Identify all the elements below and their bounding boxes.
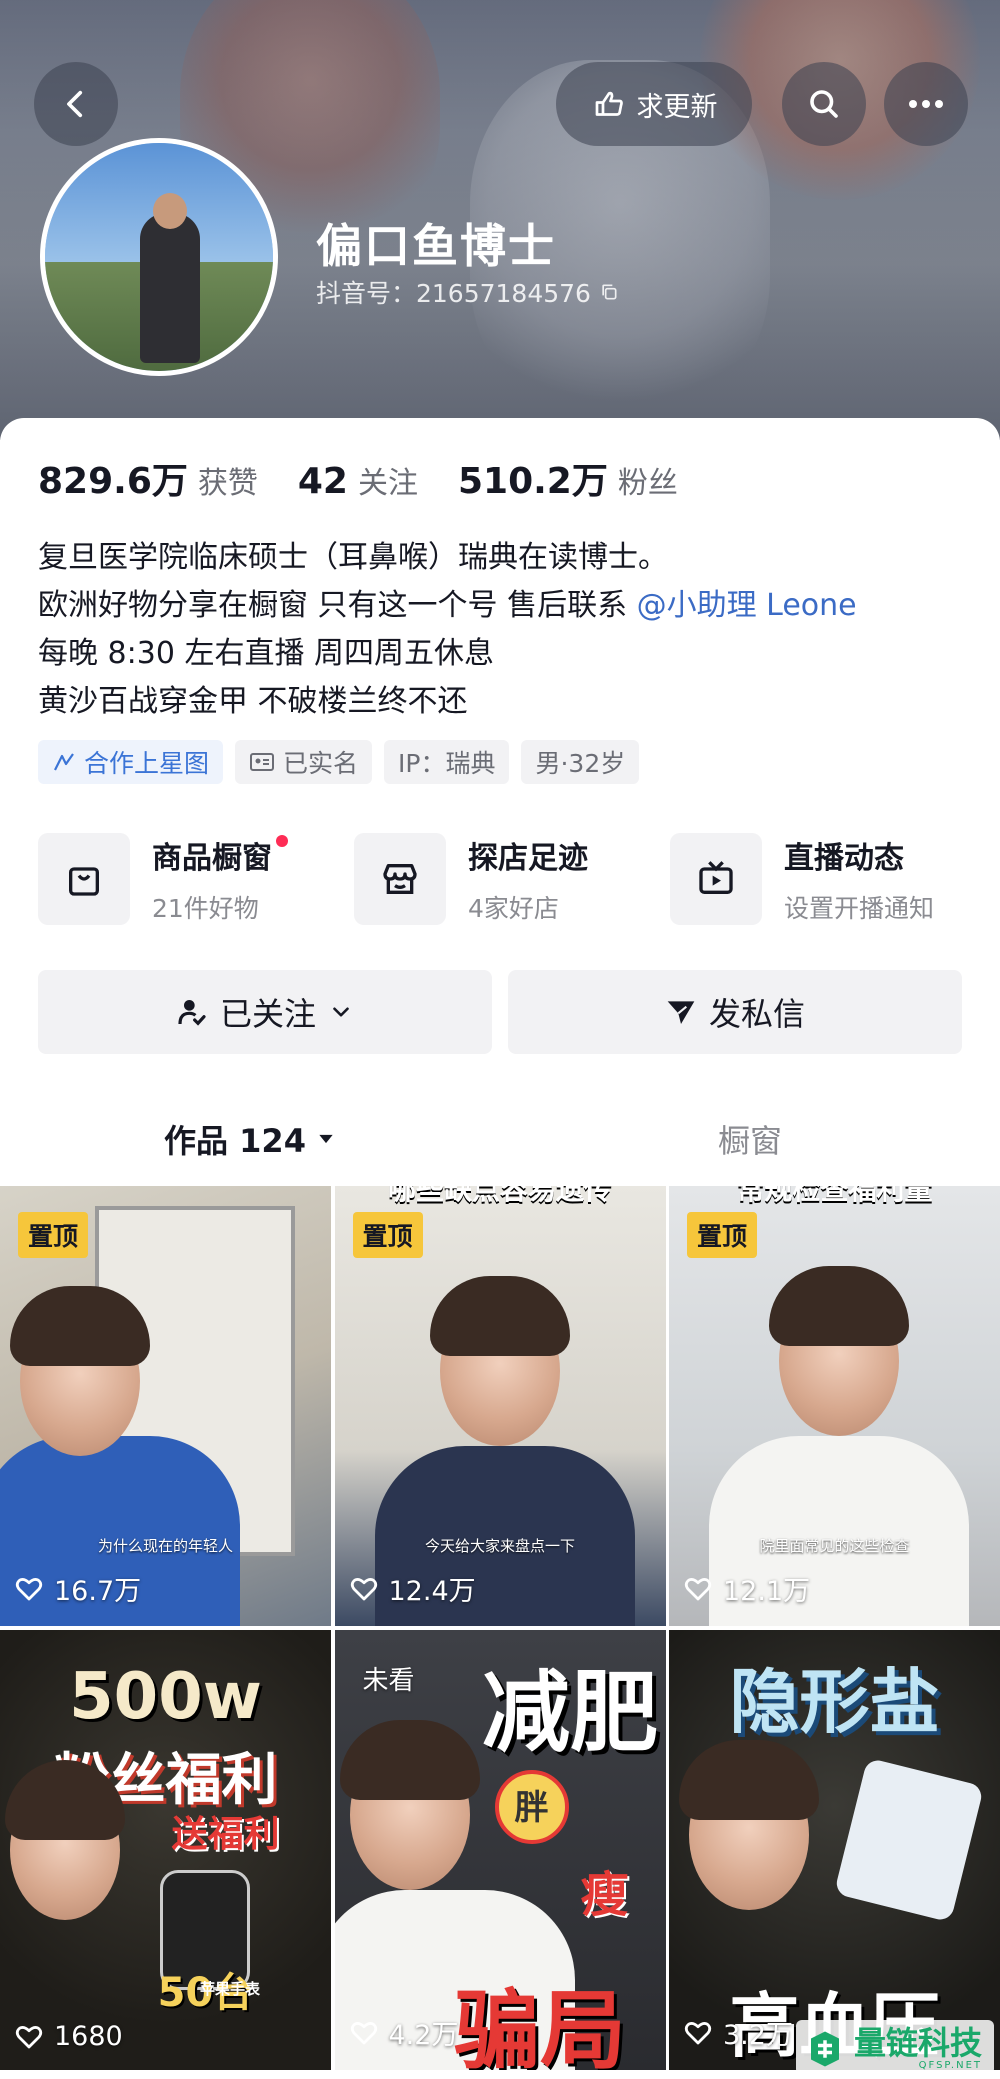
bio-line: 复旦医学院临床硕士（耳鼻喉）瑞典在读博士。 xyxy=(38,540,668,575)
profile-tags: 合作上星图 已实名 IP：瑞典 男·32岁 xyxy=(38,740,640,784)
profile-tabs: 作品 124 橱窗 xyxy=(0,1094,1000,1184)
send-message-button[interactable]: 发私信 xyxy=(508,970,962,1054)
watermark-logo-icon xyxy=(810,2031,839,2066)
avatar[interactable] xyxy=(40,138,278,376)
video-thumbnail[interactable]: 500w 粉丝福利 送福利 50台 苹果手表 1680 xyxy=(0,1630,331,2070)
request-update-button[interactable]: 求更新 xyxy=(556,62,752,146)
tag-gender-age: 男·32岁 xyxy=(521,740,640,784)
followed-button[interactable]: 已关注 xyxy=(38,970,492,1054)
pinned-badge: 置顶 xyxy=(18,1212,89,1258)
more-dots-icon xyxy=(909,100,943,108)
following-label[interactable]: 关注 xyxy=(358,458,418,502)
video-likes: 1680 xyxy=(14,2021,123,2052)
video-likes: 16.7万 xyxy=(14,1569,141,1608)
video-grid: 置顶 为什么现在的年轻人 16.7万 哪些缺点容易遗传 置顶 今天给大家来盘点一… xyxy=(0,1186,1000,2070)
more-options-button[interactable] xyxy=(884,62,968,146)
profile-stats: 829.6万 获赞 42 关注 510.2万 粉丝 xyxy=(38,452,718,504)
star-map-icon xyxy=(54,753,74,771)
profile-nickname: 偏口鱼博士 xyxy=(316,219,556,273)
tab-works[interactable]: 作品 124 xyxy=(0,1094,500,1184)
shopping-bag-icon xyxy=(69,867,99,896)
pinned-badge: 置顶 xyxy=(687,1212,758,1258)
bio-line: 欧洲好物分享在橱窗 只有这一个号 售后联系 @小助理 Leone xyxy=(38,588,857,623)
video-caption: 为什么现在的年轻人 xyxy=(97,1537,233,1555)
search-icon xyxy=(810,90,838,118)
id-card-icon xyxy=(250,753,275,771)
send-icon xyxy=(667,1001,695,1024)
video-likes: 4.2万 xyxy=(349,2013,458,2052)
caret-down-icon xyxy=(319,1134,333,1144)
video-thumbnail[interactable]: 减肥 胖 瘦 骗局 未看 4.2万 xyxy=(334,1630,666,2070)
douyin-id[interactable]: 抖音号：21657184576 xyxy=(316,274,619,310)
video-likes: 12.4万 xyxy=(349,1569,476,1608)
video-title-text: 隐形盐 xyxy=(729,1661,940,1743)
heart-icon xyxy=(350,1577,377,1600)
video-top-title: 哪些缺点容易遗传 xyxy=(387,1186,612,1206)
heart-icon xyxy=(15,1577,43,1600)
video-caption: 院里面常见的这些检查 xyxy=(759,1537,910,1555)
heart-icon xyxy=(15,2025,43,2048)
profile-services: 商品橱窗 21件好物 探店足迹 4家好店 直播动态 设置开播通知 xyxy=(38,832,986,926)
tab-showcase[interactable]: 橱窗 xyxy=(500,1094,1000,1184)
douyin-id-text: 抖音号：21657184576 xyxy=(316,279,591,308)
mention-link[interactable]: @小助理 Leone xyxy=(637,588,857,623)
tv-icon xyxy=(699,861,733,894)
user-check-icon xyxy=(178,1000,206,1026)
tag-ip: IP：瑞典 xyxy=(384,740,510,784)
request-update-label: 求更新 xyxy=(636,91,718,123)
service-shop-window[interactable]: 商品橱窗 21件好物 xyxy=(38,832,354,926)
site-watermark: 量链科技 QFSP.NET xyxy=(795,2020,994,2075)
back-arrow-icon xyxy=(67,90,83,118)
pinned-badge: 置顶 xyxy=(352,1212,423,1258)
likes-count: 829.6万 xyxy=(38,461,188,502)
heart-icon xyxy=(350,2021,377,2044)
back-button[interactable] xyxy=(34,62,118,146)
service-live-updates[interactable]: 直播动态 设置开播通知 xyxy=(670,832,986,926)
video-thumbnail[interactable]: 哪些缺点容易遗传 置顶 今天给大家来盘点一下 12.4万 xyxy=(334,1186,666,1626)
likes-label: 获赞 xyxy=(197,466,258,501)
video-title-text: 苹果手表 xyxy=(200,1980,261,1998)
profile-actions: 已关注 发私信 xyxy=(38,970,962,1054)
video-title-text: 瘦 xyxy=(580,1867,629,1923)
video-likes: 3.2万 xyxy=(683,2013,793,2052)
notification-dot xyxy=(276,835,288,847)
video-caption: 今天给大家来盘点一下 xyxy=(424,1537,575,1555)
video-thumbnail[interactable]: 常规检查福利量 置顶 院里面常见的这些检查 12.1万 xyxy=(669,1186,1000,1626)
video-top-title: 常规检查福利量 xyxy=(736,1186,933,1206)
following-count[interactable]: 42 xyxy=(298,461,348,502)
copy-icon xyxy=(602,284,617,300)
hand-point-icon xyxy=(595,91,623,116)
service-store-visits[interactable]: 探店足迹 4家好店 xyxy=(354,832,670,926)
unseen-badge: 未看 xyxy=(362,1666,415,1696)
bio-line: 每晚 8:30 左右直播 周四周五休息 xyxy=(38,636,494,671)
video-thumbnail[interactable]: 隐形盐 高血压 3.2万 xyxy=(669,1630,1000,2070)
heart-icon xyxy=(684,1577,712,1600)
bio-line: 黄沙百战穿金甲 不破楼兰终不还 xyxy=(38,684,468,719)
followers-label[interactable]: 粉丝 xyxy=(618,458,678,502)
followers-count[interactable]: 510.2万 xyxy=(458,452,608,504)
store-icon xyxy=(383,864,417,894)
video-thumbnail[interactable]: 置顶 为什么现在的年轻人 16.7万 xyxy=(0,1186,331,1626)
tag-verified[interactable]: 已实名 xyxy=(235,740,373,784)
tag-star-map[interactable]: 合作上星图 xyxy=(38,740,224,784)
chevron-down-icon xyxy=(333,1007,349,1017)
heart-icon xyxy=(684,2021,712,2044)
video-title-text: 胖 xyxy=(514,1788,549,1828)
profile-bio: 复旦医学院临床硕士（耳鼻喉）瑞典在读博士。 欧洲好物分享在橱窗 只有这一个号 售… xyxy=(38,534,857,726)
video-title-text: 500w xyxy=(69,1660,262,1734)
video-likes: 12.1万 xyxy=(683,1569,810,1608)
search-button[interactable] xyxy=(782,62,866,146)
